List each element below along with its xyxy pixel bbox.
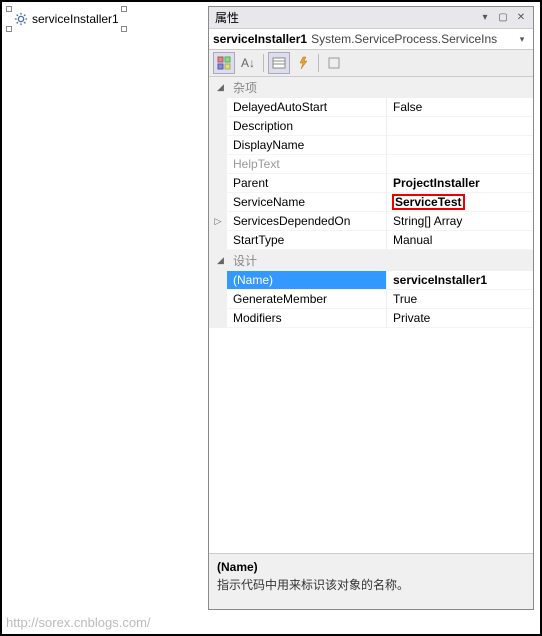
prop-value[interactable] xyxy=(387,117,533,136)
properties-panel: 属性 ▾ ▢ ✕ serviceInstaller1 System.Servic… xyxy=(208,6,534,610)
prop-value[interactable] xyxy=(387,155,533,174)
resize-handle xyxy=(6,6,12,12)
prop-name: StartType xyxy=(227,231,387,250)
selected-object-type: System.ServiceProcess.ServiceIns xyxy=(311,32,511,46)
prop-name: HelpText xyxy=(227,155,387,174)
category-design[interactable]: ◢ 设计 xyxy=(209,250,533,271)
prop-name: ServiceName xyxy=(227,193,387,212)
dropdown-button[interactable]: ▾ xyxy=(477,11,493,25)
prop-name: DisplayName xyxy=(227,136,387,155)
category-label: 设计 xyxy=(233,252,257,269)
prop-name: Modifiers xyxy=(227,309,387,328)
component-serviceinstaller1[interactable]: serviceInstaller1 xyxy=(10,10,123,28)
expand-icon[interactable]: ▷ xyxy=(209,212,227,231)
properties-toolbar: A↓ xyxy=(209,50,533,77)
events-button[interactable] xyxy=(292,52,314,74)
prop-servicename[interactable]: ServiceName ServiceTest xyxy=(209,193,533,212)
property-pages-button[interactable] xyxy=(323,52,345,74)
property-grid[interactable]: ◢ 杂项 DelayedAutoStart False Description … xyxy=(209,77,533,553)
resize-handle xyxy=(6,26,12,32)
prop-value[interactable]: True xyxy=(387,290,533,309)
prop-value[interactable]: String[] Array xyxy=(387,212,533,231)
object-selector[interactable]: serviceInstaller1 System.ServiceProcess.… xyxy=(209,29,533,50)
toolbar-separator xyxy=(318,54,319,72)
panel-title-text: 属性 xyxy=(215,9,239,26)
panel-title-controls: ▾ ▢ ✕ xyxy=(477,11,529,25)
toolbar-separator xyxy=(263,54,264,72)
prop-value[interactable]: False xyxy=(387,98,533,117)
highlighted-value: ServiceTest xyxy=(393,195,464,209)
prop-generatemember[interactable]: GenerateMember True xyxy=(209,290,533,309)
pin-button[interactable]: ▢ xyxy=(495,11,511,25)
gear-icon xyxy=(14,12,28,26)
prop-delayedautostart[interactable]: DelayedAutoStart False xyxy=(209,98,533,117)
alphabetical-button[interactable]: A↓ xyxy=(237,52,259,74)
category-label: 杂项 xyxy=(233,79,257,96)
prop-name: (Name) xyxy=(227,271,387,290)
resize-handle xyxy=(121,26,127,32)
collapse-icon[interactable]: ◢ xyxy=(217,82,227,93)
description-title: (Name) xyxy=(217,560,525,574)
watermark: http://sorex.cnblogs.com/ xyxy=(6,615,151,630)
prop-parent[interactable]: Parent ProjectInstaller xyxy=(209,174,533,193)
properties-button[interactable] xyxy=(268,52,290,74)
prop-name: ServicesDependedOn xyxy=(227,212,387,231)
prop-name: DelayedAutoStart xyxy=(227,98,387,117)
collapse-icon[interactable]: ◢ xyxy=(217,255,227,266)
close-button[interactable]: ✕ xyxy=(513,11,529,25)
prop-name-row[interactable]: (Name) serviceInstaller1 xyxy=(209,271,533,290)
prop-servicesdependedon[interactable]: ▷ ServicesDependedOn String[] Array xyxy=(209,212,533,231)
prop-value[interactable]: Private xyxy=(387,309,533,328)
prop-name: GenerateMember xyxy=(227,290,387,309)
categorized-button[interactable] xyxy=(213,52,235,74)
selected-object-name: serviceInstaller1 xyxy=(213,32,307,46)
description-body: 指示代码中用来标识该对象的名称。 xyxy=(217,576,525,593)
category-misc[interactable]: ◢ 杂项 xyxy=(209,77,533,98)
prop-name: Description xyxy=(227,117,387,136)
prop-modifiers[interactable]: Modifiers Private xyxy=(209,309,533,328)
component-label: serviceInstaller1 xyxy=(32,12,119,26)
resize-handle xyxy=(121,6,127,12)
prop-displayname[interactable]: DisplayName xyxy=(209,136,533,155)
prop-starttype[interactable]: StartType Manual xyxy=(209,231,533,250)
prop-description[interactable]: Description xyxy=(209,117,533,136)
prop-value[interactable] xyxy=(387,136,533,155)
prop-value[interactable]: serviceInstaller1 xyxy=(387,271,533,290)
prop-value[interactable]: ProjectInstaller xyxy=(387,174,533,193)
description-pane: (Name) 指示代码中用来标识该对象的名称。 xyxy=(209,553,533,609)
prop-name: Parent xyxy=(227,174,387,193)
panel-titlebar: 属性 ▾ ▢ ✕ xyxy=(209,7,533,29)
prop-value[interactable]: Manual xyxy=(387,231,533,250)
chevron-down-icon[interactable]: ▾ xyxy=(515,34,529,45)
designer-surface[interactable]: serviceInstaller1 xyxy=(2,2,202,634)
prop-value[interactable]: ServiceTest xyxy=(387,193,533,212)
prop-helptext[interactable]: HelpText xyxy=(209,155,533,174)
